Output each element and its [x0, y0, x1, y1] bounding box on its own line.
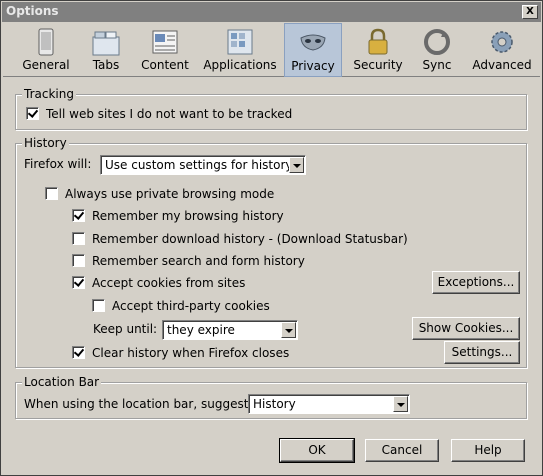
do-not-track-checkbox[interactable] — [26, 107, 39, 120]
accept-cookies-checkbox[interactable] — [72, 276, 85, 289]
third-party-label: Accept third-party cookies — [112, 299, 270, 313]
keep-until-label: Keep until: — [93, 322, 158, 336]
remember-search-checkbox[interactable] — [72, 254, 85, 267]
general-icon — [38, 28, 54, 56]
remember-browsing-label: Remember my browsing history — [92, 209, 284, 223]
tabs-icon — [92, 31, 120, 56]
remember-browsing-checkbox[interactable] — [72, 209, 85, 222]
private-mode-label: Always use private browsing mode — [65, 187, 275, 201]
applications-icon — [227, 29, 253, 55]
exceptions-button[interactable]: Exceptions... — [432, 271, 520, 294]
ok-button[interactable]: OK — [279, 438, 355, 463]
sync-icon — [424, 29, 450, 55]
private-mode-row[interactable]: Always use private browsing mode — [45, 187, 274, 201]
firefox-will-select[interactable]: Use custom settings for history — [100, 155, 306, 175]
firefox-will-label: Firefox will: — [24, 157, 92, 171]
pane-label: Applications — [203, 58, 277, 72]
show-cookies-button[interactable]: Show Cookies... — [412, 317, 520, 340]
title-bar: Options X — [2, 2, 541, 22]
tracking-group: Tracking Tell web sites I do not want to… — [15, 87, 527, 130]
remember-browsing-row[interactable]: Remember my browsing history — [72, 209, 284, 223]
do-not-track-row[interactable]: Tell web sites I do not want to be track… — [26, 107, 292, 121]
pane-label: General — [22, 58, 70, 72]
content-icon — [152, 30, 178, 54]
options-dialog: Options X General Tabs Content Applicati… — [0, 0, 543, 476]
clear-on-close-row[interactable]: Clear history when Firefox closes — [72, 346, 289, 360]
suggest-value: History — [253, 397, 296, 411]
keep-until-select[interactable]: they expire — [162, 320, 298, 340]
firefox-will-value: Use custom settings for history — [105, 158, 293, 172]
accept-cookies-row[interactable]: Accept cookies from sites — [72, 276, 245, 290]
close-button[interactable]: X — [522, 5, 538, 19]
third-party-row[interactable]: Accept third-party cookies — [92, 299, 270, 313]
pane-tabs[interactable]: Tabs — [83, 23, 129, 77]
security-icon — [368, 28, 388, 55]
suggest-select[interactable]: History — [248, 394, 410, 414]
third-party-checkbox[interactable] — [92, 299, 105, 312]
pane-sync[interactable]: Sync — [413, 23, 461, 77]
clear-on-close-checkbox[interactable] — [72, 346, 85, 359]
settings-button[interactable]: Settings... — [444, 341, 520, 364]
do-not-track-label: Tell web sites I do not want to be track… — [46, 107, 293, 121]
window-title: Options — [6, 4, 59, 18]
preferences-toolbar: General Tabs Content Applications Privac… — [3, 23, 540, 77]
help-button[interactable]: Help — [451, 439, 525, 462]
pane-label: Security — [353, 58, 403, 72]
private-mode-checkbox[interactable] — [45, 187, 58, 200]
pane-label: Sync — [422, 58, 452, 72]
pane-general[interactable]: General — [13, 23, 79, 77]
advanced-icon — [491, 31, 513, 53]
history-group: History Firefox will: Use custom setting… — [15, 136, 527, 368]
pane-label: Advanced — [472, 58, 532, 72]
pane-security[interactable]: Security — [349, 23, 407, 77]
cancel-button[interactable]: Cancel — [365, 439, 439, 462]
suggest-label: When using the location bar, suggest: — [24, 397, 253, 411]
pane-label: Content — [141, 58, 189, 72]
remember-search-row[interactable]: Remember search and form history — [72, 254, 305, 268]
chevron-down-icon[interactable] — [393, 396, 408, 412]
pane-label: Tabs — [92, 58, 120, 72]
location-bar-group: Location Bar When using the location bar… — [15, 375, 527, 419]
tracking-legend: Tracking — [22, 87, 76, 101]
accept-cookies-label: Accept cookies from sites — [92, 276, 246, 290]
clear-on-close-label: Clear history when Firefox closes — [92, 346, 290, 360]
remember-search-label: Remember search and form history — [92, 254, 305, 268]
history-legend: History — [22, 136, 69, 150]
pane-advanced[interactable]: Advanced — [469, 23, 535, 77]
keep-until-value: they expire — [167, 323, 235, 337]
remember-download-row[interactable]: Remember download history - (Download St… — [72, 232, 408, 246]
pane-label: Privacy — [291, 59, 335, 73]
chevron-down-icon[interactable] — [289, 157, 304, 173]
pane-applications[interactable]: Applications — [201, 23, 279, 77]
remember-download-checkbox[interactable] — [72, 232, 85, 245]
pane-privacy[interactable]: Privacy — [284, 23, 342, 77]
location-bar-legend: Location Bar — [22, 375, 102, 389]
remember-download-label: Remember download history - (Download St… — [92, 232, 408, 246]
privacy-icon — [300, 34, 326, 51]
pane-content[interactable]: Content — [137, 23, 193, 77]
chevron-down-icon[interactable] — [281, 322, 296, 338]
